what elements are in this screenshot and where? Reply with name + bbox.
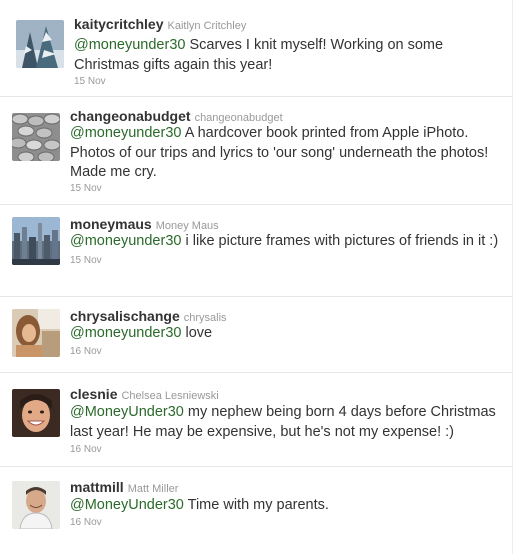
avatar[interactable]: [12, 389, 60, 437]
mention-link[interactable]: @moneyunder30: [74, 37, 185, 53]
avatar[interactable]: [12, 309, 60, 357]
avatar[interactable]: [12, 113, 60, 161]
timestamp[interactable]: 15 Nov: [74, 76, 106, 87]
full-name: chrysalis: [183, 312, 227, 324]
winter-tree-photo-icon: [16, 20, 64, 68]
coins-photo-icon: [12, 113, 60, 161]
tweet-body: love: [181, 325, 213, 341]
full-name: Matt Miller: [127, 483, 179, 495]
full-name: Money Maus: [155, 220, 219, 232]
timestamp[interactable]: 16 Nov: [70, 346, 102, 357]
tweet-timeline: kaitycritchley Kaitlyn Critchley @moneyun…: [0, 0, 522, 554]
screen-name[interactable]: moneymaus: [70, 216, 152, 232]
avatar[interactable]: [12, 481, 60, 529]
scrollbar-edge[interactable]: [512, 0, 522, 554]
man-portrait-photo-icon: [12, 481, 60, 529]
tweet-body: i like picture frames with pictures of f…: [181, 233, 499, 249]
avatar[interactable]: [16, 20, 64, 68]
full-name: changeonabudget: [194, 112, 283, 124]
tweet-text: @moneyunder30 A hardcover book printed f…: [70, 124, 508, 183]
screen-name[interactable]: changeonabudget: [70, 108, 191, 124]
mention-link[interactable]: @MoneyUnder30: [70, 497, 184, 513]
tweet-text: @MoneyUnder30 Time with my parents.: [70, 496, 508, 516]
mention-link[interactable]: @MoneyUnder30: [70, 404, 184, 420]
timestamp[interactable]: 16 Nov: [70, 517, 102, 528]
timestamp[interactable]: 16 Nov: [70, 444, 102, 455]
full-name: Chelsea Lesniewski: [121, 390, 219, 402]
timestamp[interactable]: 15 Nov: [70, 183, 102, 194]
city-skyline-photo-icon: [12, 217, 60, 265]
tweet-item: changeonabudget changeonabudget @moneyund…: [0, 96, 512, 204]
tweet-text: @moneyunder30 i like picture frames with…: [70, 232, 508, 252]
tweet-item: moneymaus Money Maus @moneyunder30 i like…: [0, 204, 512, 296]
mention-link[interactable]: @moneyunder30: [70, 325, 181, 341]
tweet-text: @moneyunder30 love: [70, 324, 508, 344]
tweet-item: chrysalischange chrysalis @moneyunder30 l…: [0, 296, 512, 372]
mention-link[interactable]: @moneyunder30: [70, 233, 181, 249]
tweet-item: clesnie Chelsea Lesniewski @MoneyUnder30 …: [0, 372, 512, 466]
screen-name[interactable]: mattmill: [70, 479, 124, 495]
timestamp[interactable]: 15 Nov: [70, 255, 102, 266]
full-name: Kaitlyn Critchley: [167, 20, 247, 32]
tweet-text: @moneyunder30 Scarves I knit myself! Wor…: [74, 36, 494, 75]
tweet-text: @MoneyUnder30 my nephew being born 4 day…: [70, 403, 514, 442]
tweet-item: kaitycritchley Kaitlyn Critchley @moneyun…: [0, 0, 512, 96]
tweet-item: mattmill Matt Miller @MoneyUnder30 Time w…: [0, 466, 512, 554]
person-photo-icon: [12, 309, 60, 357]
smiling-woman-photo-icon: [12, 389, 60, 437]
mention-link[interactable]: @moneyunder30: [70, 125, 181, 141]
screen-name[interactable]: chrysalischange: [70, 308, 180, 324]
screen-name[interactable]: clesnie: [70, 386, 117, 402]
screen-name[interactable]: kaitycritchley: [74, 16, 164, 32]
tweet-body: Time with my parents.: [183, 497, 329, 513]
avatar[interactable]: [12, 217, 60, 265]
